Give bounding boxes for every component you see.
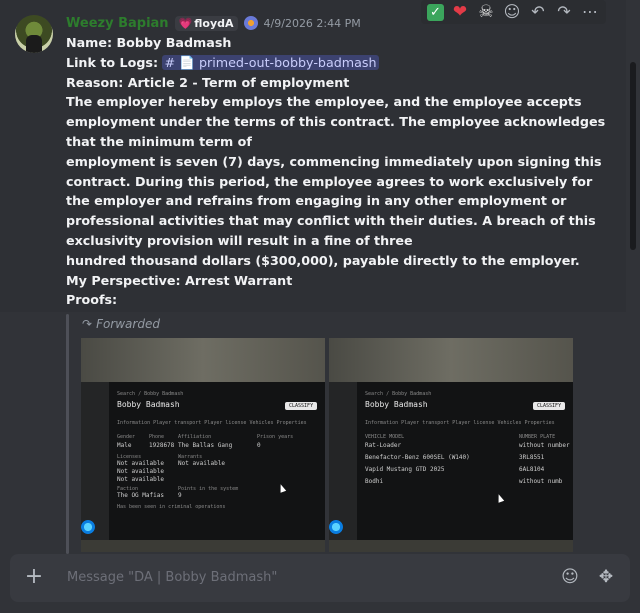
field-points: 9	[178, 492, 182, 499]
body-paragraph-2: employment is seven (7) days, commencing…	[66, 153, 602, 248]
field-label-phone: Phone	[149, 434, 165, 440]
forwarded-message: ↷ Forwarded Search / Bobby Badmash Bobby…	[66, 314, 586, 554]
message-container: Weezy Bapian 💗 floydA 4/9/2026 2:44 PM ✓…	[0, 0, 626, 312]
field-faction: The OG Mafias	[117, 492, 164, 499]
emoji-icon[interactable]: ☺	[560, 567, 580, 587]
vehicle-row-4-plate: without numb	[519, 478, 563, 485]
mdt-sidebar	[81, 382, 109, 540]
forward-arrow-icon: ↷	[82, 317, 93, 331]
mdt-title: Bobby Badmash	[365, 400, 428, 409]
body-paragraph-3: hundred thousand dollars ($300,000), pay…	[66, 252, 580, 268]
vehicle-row-4-model: Bodhi	[365, 478, 384, 485]
skull-reaction-button[interactable]: ☠	[476, 0, 496, 24]
field-label-affiliation: Affiliation	[178, 434, 212, 440]
field-licenses: Not available	[117, 460, 164, 467]
field-licenses-3: Not available	[117, 476, 164, 483]
field-gender: Male	[117, 442, 132, 449]
message-composer[interactable]: + Message "DA | Bobby Badmash" ☺ ✥	[10, 554, 630, 602]
message-header: Weezy Bapian 💗 floydA 4/9/2026 2:44 PM	[66, 13, 361, 33]
name-line: Name: Bobby Badmash	[66, 35, 232, 50]
mdt-tabs: Information Player transport Player lice…	[365, 420, 555, 426]
field-licenses-2: Not available	[117, 468, 164, 475]
vehicle-row-1-model: Rat-Loader	[365, 442, 402, 449]
reply-icon[interactable]: ↶	[528, 0, 548, 24]
game-ground	[81, 540, 325, 552]
field-prison-years: 0	[257, 442, 261, 449]
forwarded-text: Forwarded	[96, 317, 160, 331]
message-input[interactable]: Message "DA | Bobby Badmash"	[67, 570, 277, 585]
apps-icon[interactable]: ✥	[596, 567, 616, 587]
mdt-sidebar	[329, 382, 357, 540]
role-icon[interactable]	[243, 16, 258, 30]
heart-reaction-button[interactable]: ❤	[450, 0, 470, 24]
logs-line: Link to Logs: # 📄 primed-out-bobby-badma…	[66, 53, 611, 73]
message-content: Name: Bobby Badmash Link to Logs: # 📄 pr…	[66, 33, 611, 310]
check-reaction-button[interactable]: ✓	[427, 3, 444, 21]
vehicle-row-3-plate: 6AL8104	[519, 466, 545, 473]
proof-screenshot-2[interactable]: Search / Bobby Badmash Bobby Badmash CLA…	[329, 338, 573, 552]
vehicle-row-2-model: Benefactor-Benz 600SEL (W140)	[365, 454, 470, 461]
heart-badge-icon: 💗	[178, 16, 193, 30]
mdt-tabs: Information Player transport Player lice…	[117, 420, 307, 426]
mdt-title: Bobby Badmash	[117, 400, 180, 409]
field-label-prison: Prison years	[257, 434, 294, 440]
vehicle-row-1-plate: without number	[519, 442, 570, 449]
scrollbar-thumb[interactable]	[630, 62, 636, 250]
more-icon[interactable]: ⋯	[580, 0, 600, 24]
clan-tag-label: floydA	[194, 16, 234, 30]
classify-button: CLASSIFY	[533, 402, 566, 410]
reason-line: Reason: Article 2 - Term of employment	[66, 74, 350, 90]
vehicle-row-3-model: Vapid Mustang GTD 2025	[365, 466, 445, 473]
body-paragraph-1: The employer hereby employs the employee…	[66, 94, 606, 149]
clan-tag[interactable]: 💗 floydA	[174, 15, 238, 31]
proof-screenshot-1[interactable]: Search / Bobby Badmash Bobby Badmash CLA…	[81, 338, 325, 552]
field-phone: 1928678	[149, 442, 175, 449]
field-warrants: Not available	[178, 460, 225, 467]
username[interactable]: Weezy Bapian	[66, 16, 169, 31]
field-label-gender: Gender	[117, 434, 136, 440]
proofs-line: Proofs:	[66, 292, 118, 308]
message-timestamp: 4/9/2026 2:44 PM	[263, 16, 361, 30]
forward-icon[interactable]: ↷	[554, 0, 574, 24]
classify-button: CLASSIFY	[285, 402, 318, 410]
forward-quote-bar	[66, 314, 69, 554]
game-background	[81, 338, 325, 382]
add-reaction-icon[interactable]: ☺	[502, 0, 522, 24]
column-vehicle-model: VEHICLE MODEL	[365, 434, 405, 440]
voice-indicator-icon	[81, 520, 95, 534]
field-label-points: Points in the system	[178, 486, 239, 492]
attach-plus-icon[interactable]: +	[24, 566, 44, 588]
mdt-footnote: Has been seen in criminal operations	[117, 504, 226, 510]
forwarded-label: ↷ Forwarded	[82, 317, 160, 331]
field-affiliation: The Ballas Gang	[178, 442, 233, 449]
user-avatar[interactable]	[15, 15, 53, 53]
column-number-plate: NUMBER PLATE	[519, 434, 556, 440]
mdt-breadcrumb: Search / Bobby Badmash	[117, 391, 184, 397]
message-hover-toolbar: ✓ ❤ ☠ ☺ ↶ ↷ ⋯	[421, 0, 606, 24]
logs-label: Link to Logs:	[66, 54, 163, 70]
voice-indicator-icon	[329, 520, 343, 534]
channel-mention-link[interactable]: # 📄 primed-out-bobby-badmash	[162, 54, 379, 70]
game-ground	[329, 540, 573, 552]
mdt-breadcrumb: Search / Bobby Badmash	[365, 391, 432, 397]
game-background	[329, 338, 573, 382]
vehicle-row-2-plate: 3RL8551	[519, 454, 545, 461]
perspective-line: My Perspective: Arrest Warrant	[66, 272, 293, 288]
